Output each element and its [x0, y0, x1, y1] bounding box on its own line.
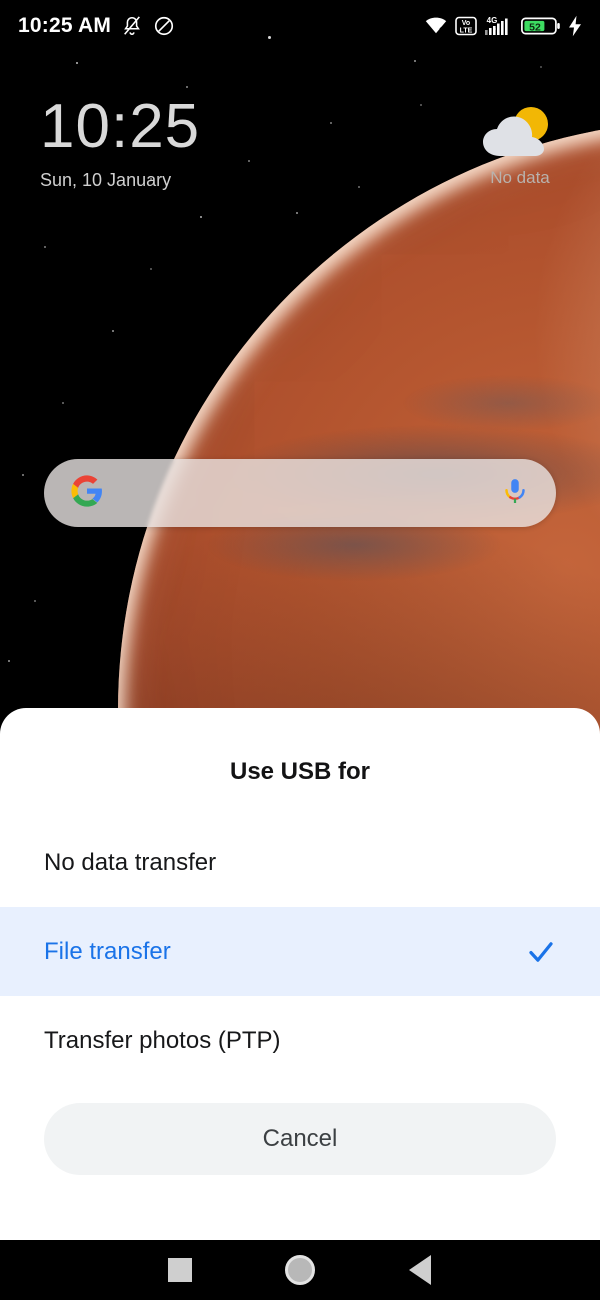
search-input[interactable] — [104, 459, 500, 527]
weather-widget[interactable]: No data — [460, 104, 580, 188]
status-bar-right: Vo LTE 4G 52 — [424, 15, 582, 37]
sun-behind-cloud-icon — [478, 104, 562, 164]
square-recents-icon — [168, 1258, 192, 1282]
google-mic-icon[interactable] — [500, 476, 530, 511]
volte-text-lte: LTE — [460, 27, 473, 34]
circle-home-icon — [285, 1255, 315, 1285]
cancel-button[interactable]: Cancel — [44, 1103, 556, 1175]
triangle-back-icon — [409, 1255, 431, 1285]
network-type-text: 4G — [487, 16, 498, 25]
lockscreen-clock-widget[interactable]: 10:25 Sun, 10 January — [40, 96, 200, 191]
usb-option-transfer-photos-ptp[interactable]: Transfer photos (PTP) — [0, 996, 600, 1085]
google-search-bar[interactable] — [44, 459, 556, 527]
usb-option-list: No data transfer File transfer Transfer … — [0, 818, 600, 1085]
cancel-button-wrap: Cancel — [0, 1085, 600, 1175]
volte-text-vo: Vo — [462, 20, 470, 27]
sheet-title: Use USB for — [229, 758, 371, 785]
weather-status-text: No data — [490, 168, 550, 187]
phone-screen: 10:25 AM Vo LTE 4G 52 10:25 Sun, 10 Janu… — [0, 0, 600, 1300]
status-bar-left: 10:25 AM — [18, 14, 175, 38]
battery-icon: 52 — [521, 17, 560, 35]
clock-time: 10:25 — [40, 92, 201, 161]
navigation-bar — [0, 1240, 600, 1300]
usb-option-file-transfer[interactable]: File transfer — [0, 907, 600, 996]
usb-option-no-data-transfer[interactable]: No data transfer — [0, 818, 600, 907]
recents-button[interactable] — [120, 1240, 240, 1300]
silent-bell-icon — [124, 16, 140, 36]
check-icon — [526, 937, 556, 967]
signal-4g-icon: 4G — [485, 16, 508, 35]
usb-option-label: Transfer photos (PTP) — [44, 1026, 281, 1054]
home-button[interactable] — [240, 1240, 360, 1300]
usb-option-label: No data transfer — [44, 848, 217, 876]
volte-icon: Vo LTE — [455, 16, 477, 36]
usb-option-label: File transfer — [44, 937, 171, 965]
back-button[interactable] — [360, 1240, 480, 1300]
status-bar: 10:25 AM Vo LTE 4G 52 — [0, 0, 600, 52]
clock-date: Sun, 10 January — [40, 170, 172, 190]
google-g-icon — [70, 474, 104, 513]
do-not-disturb-icon — [154, 16, 174, 36]
usb-options-sheet: Use USB for No data transfer File transf… — [0, 708, 600, 1240]
wifi-icon — [425, 17, 447, 34]
charging-bolt-icon — [569, 15, 581, 37]
status-bar-clock: 10:25 AM — [18, 14, 112, 37]
battery-percent-text: 52 — [529, 21, 541, 33]
